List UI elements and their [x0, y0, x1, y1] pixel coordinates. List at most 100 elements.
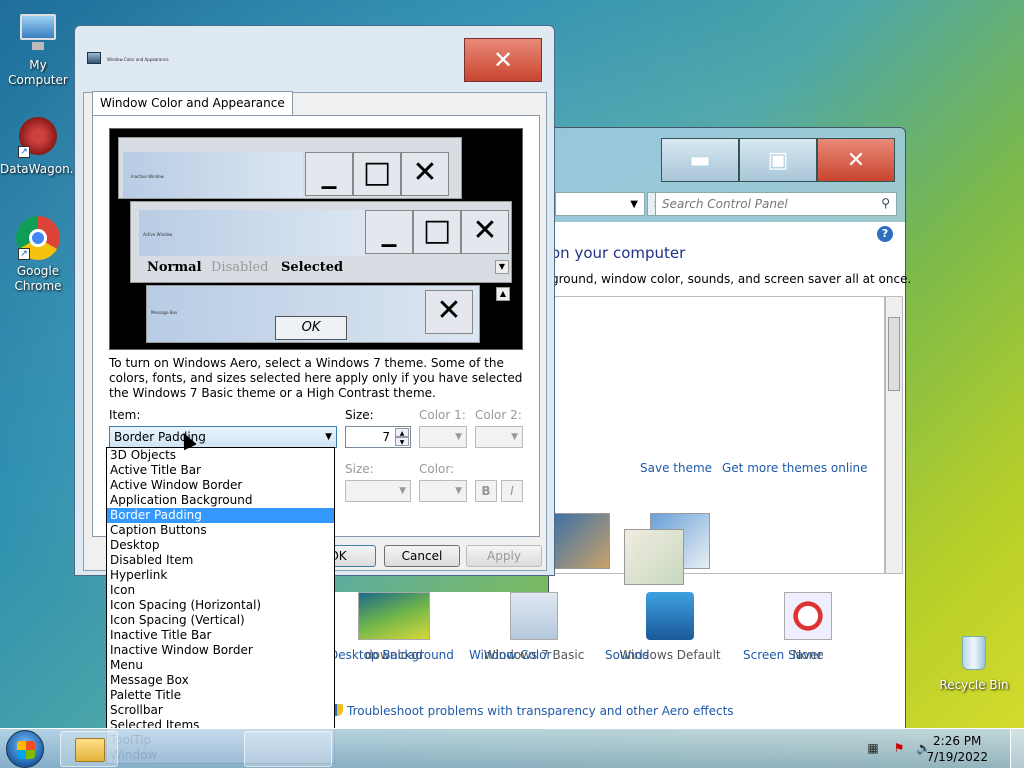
preview-active-title: Active Window	[139, 210, 365, 256]
desktop-icon-label: DataWagon...	[0, 162, 82, 176]
chevron-up-icon[interactable]: ▲	[395, 428, 409, 437]
color2-picker[interactable]: ▼	[475, 426, 523, 448]
theme-list[interactable]: Save theme Get more themes online	[549, 296, 885, 585]
item-option[interactable]: Active Window Border	[107, 478, 334, 493]
network-icon[interactable]: ▦	[866, 741, 880, 755]
taskbar-item-control-panel[interactable]	[244, 731, 332, 767]
dialog-app-icon	[87, 52, 101, 64]
color1-picker[interactable]: ▼	[419, 426, 467, 448]
item-option[interactable]: Application Background	[107, 493, 334, 508]
troubleshoot-link[interactable]: Troubleshoot problems with transparency …	[331, 704, 734, 718]
chevron-down-icon: ▼	[511, 432, 518, 442]
desktop-icon-label: My Computer	[8, 58, 68, 87]
item-option[interactable]: Icon	[107, 583, 334, 598]
item-dropdown-list[interactable]: 3D Objects Active Title Bar Active Window …	[106, 447, 335, 764]
desktop-icon-datawagon[interactable]: ↗ DataWagon...	[0, 114, 82, 177]
preview-active-window: Active Window _ □ ✕ Normal Disabled Sele…	[130, 201, 512, 283]
chevron-down-icon: ▼	[630, 199, 638, 210]
scrollbar[interactable]	[885, 296, 903, 574]
dialog-title: Window Color and Appearance	[107, 57, 169, 62]
item-option[interactable]: Menu	[107, 658, 334, 673]
bold-button[interactable]: B	[475, 480, 497, 502]
window-color-icon	[510, 592, 558, 640]
search-icon: ⚲	[881, 196, 890, 210]
desktop-icon-my-computer[interactable]: My Computer	[0, 10, 76, 88]
show-desktop-button[interactable]	[1010, 729, 1024, 768]
item-option[interactable]: Caption Buttons	[107, 523, 334, 538]
windows-logo-icon	[17, 741, 35, 759]
chrome-icon: ↗	[16, 216, 60, 260]
theme-thumbnail[interactable]	[624, 529, 684, 585]
item-option[interactable]: Inactive Window Border	[107, 643, 334, 658]
maximize-icon: □	[413, 210, 461, 254]
address-bar[interactable]: ▼	[555, 192, 645, 216]
item-option[interactable]: 3D Objects	[107, 448, 334, 463]
theme-thumbnail[interactable]	[550, 513, 610, 569]
control-panel-window[interactable]: ▬ ▣ ✕ ▼ ⇆ Search Control Panel ⚲ ? on yo…	[329, 127, 911, 730]
recycle-bin-icon	[952, 630, 996, 674]
preview-menu-normal: Normal	[147, 260, 202, 275]
item-option[interactable]: Border Padding	[107, 508, 334, 523]
item-label: Window Color	[469, 648, 552, 662]
search-placeholder: Search Control Panel	[662, 197, 788, 211]
close-icon: ✕	[425, 290, 473, 334]
screen-saver-item[interactable]: Screen Saver None	[743, 592, 873, 662]
minimize-icon: _	[305, 152, 353, 196]
scrollbar-thumb[interactable]	[888, 317, 900, 391]
item-option[interactable]: Message Box	[107, 673, 334, 688]
item-label: Desktop Background	[329, 648, 454, 662]
maximize-icon: □	[353, 152, 401, 196]
dialog-close-button[interactable]: ✕	[464, 38, 542, 82]
page-subtitle: ground, window color, sounds, and screen…	[551, 272, 912, 286]
tab-window-color[interactable]: Window Color and Appearance	[92, 91, 293, 115]
item-option[interactable]: Icon Spacing (Vertical)	[107, 613, 334, 628]
start-button[interactable]	[6, 730, 44, 768]
minimize-icon: _	[365, 210, 413, 254]
appearance-preview[interactable]: Inactive Window _ □ ✕ Active Window _ □ …	[109, 128, 523, 350]
desktop-background-item[interactable]: Desktop Background download	[329, 592, 459, 662]
italic-button[interactable]: I	[501, 480, 523, 502]
taskbar-item-explorer[interactable]	[60, 731, 118, 767]
item-option[interactable]: Active Title Bar	[107, 463, 334, 478]
sounds-item[interactable]: Sounds Windows Default	[605, 592, 735, 662]
item-option[interactable]: Palette Title	[107, 688, 334, 703]
clock-date: 7/19/2022	[926, 750, 988, 764]
help-icon[interactable]: ?	[877, 226, 893, 242]
font-size-select[interactable]: ▼	[345, 480, 411, 502]
color1-label: Color 1:	[419, 408, 466, 422]
font-color-picker[interactable]: ▼	[419, 480, 467, 502]
maximize-button[interactable]: ▣	[739, 138, 817, 182]
close-icon: ✕	[461, 210, 509, 254]
item-select[interactable]: Border Padding ▼	[109, 426, 337, 448]
item-option[interactable]: Scrollbar	[107, 703, 334, 718]
preview-inactive-title: Inactive Window	[123, 152, 303, 198]
action-center-icon[interactable]: ⚑	[892, 741, 906, 755]
chevron-down-icon[interactable]: ▼	[395, 437, 409, 446]
get-more-themes-link[interactable]: Get more themes online	[722, 461, 868, 475]
chevron-down-icon: ▼	[455, 486, 462, 496]
desktop-background-icon	[358, 592, 430, 640]
item-label: Item:	[109, 408, 141, 422]
search-input[interactable]: Search Control Panel ⚲	[655, 192, 897, 216]
clock[interactable]: 2:26 PM 7/19/2022	[926, 733, 988, 765]
item-option[interactable]: Inactive Title Bar	[107, 628, 334, 643]
close-button[interactable]: ✕	[817, 138, 895, 182]
chevron-down-icon: ▼	[325, 432, 332, 442]
minimize-button[interactable]: ▬	[661, 138, 739, 182]
desktop-icon-recycle-bin[interactable]: Recycle Bin	[936, 630, 1012, 693]
window-color-item[interactable]: Window Color Windows 7 Basic	[469, 592, 599, 662]
item-option[interactable]: Desktop	[107, 538, 334, 553]
save-theme-link[interactable]: Save theme	[640, 461, 712, 475]
item-option[interactable]: Disabled Item	[107, 553, 334, 568]
cancel-button[interactable]: Cancel	[384, 545, 460, 567]
restore-icon: ▣	[767, 147, 789, 173]
size-stepper[interactable]: 7 ▲ ▼	[345, 426, 411, 448]
apply-button[interactable]: Apply	[466, 545, 542, 567]
page-heading: on your computer	[551, 244, 686, 262]
preview-menu-disabled: Disabled	[211, 260, 269, 275]
clock-time: 2:26 PM	[933, 734, 982, 748]
item-option[interactable]: Icon Spacing (Horizontal)	[107, 598, 334, 613]
aero-info-text: To turn on Windows Aero, select a Window…	[109, 356, 523, 400]
item-option[interactable]: Hyperlink	[107, 568, 334, 583]
desktop-icon-chrome[interactable]: ↗ Google Chrome	[0, 216, 76, 294]
